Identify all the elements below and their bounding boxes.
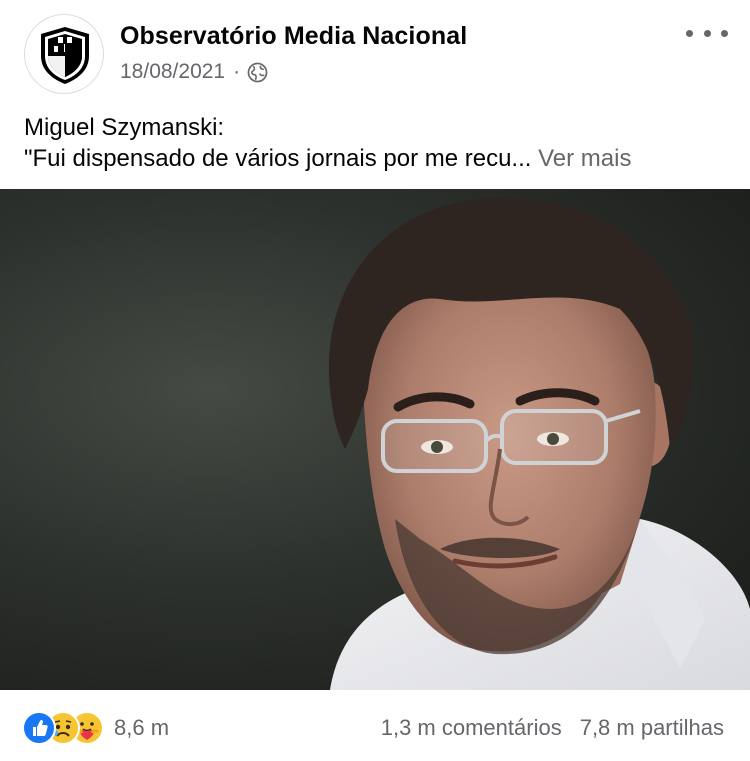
portrait-image	[328, 197, 750, 690]
page-avatar[interactable]	[24, 14, 104, 94]
page-name-link[interactable]: Observatório Media Nacional	[120, 22, 467, 51]
more-options-button[interactable]	[686, 18, 728, 48]
dot-icon	[703, 29, 711, 37]
shield-logo-icon	[41, 27, 89, 84]
reactions-summary[interactable]: 8,6 m	[22, 710, 169, 746]
engagement-stats: 1,3 m comentários 7,8 m partilhas	[381, 715, 724, 741]
globe-icon	[247, 62, 268, 82]
dot-icon	[686, 29, 693, 37]
see-more-link[interactable]: Ver mais	[538, 145, 631, 172]
dot-icon	[721, 29, 728, 37]
like-icon	[22, 711, 56, 745]
shares-count-link[interactable]: 7,8 m partilhas	[580, 715, 724, 740]
post-photo[interactable]	[0, 189, 750, 690]
post-meta: 18/08/2021 ·	[120, 60, 268, 84]
comments-count-link[interactable]: 1,3 m comentários	[381, 715, 562, 740]
engagement-bar: 8,6 m 1,3 m comentários 7,8 m partilhas	[0, 700, 750, 756]
meta-separator: ·	[233, 60, 241, 83]
post-text-excerpt: "Fui dispensado de vários jornais por me…	[24, 145, 532, 172]
post-text-line: "Fui dispensado de vários jornais por me…	[24, 143, 724, 174]
post-text-line: Miguel Szymanski:	[24, 114, 225, 141]
post-date[interactable]: 18/08/2021	[120, 60, 225, 84]
post-header: Observatório Media Nacional 18/08/2021 ·	[0, 0, 750, 100]
post-text: Miguel Szymanski: "Fui dispensado de vár…	[24, 112, 724, 174]
reaction-count: 8,6 m	[114, 715, 170, 740]
